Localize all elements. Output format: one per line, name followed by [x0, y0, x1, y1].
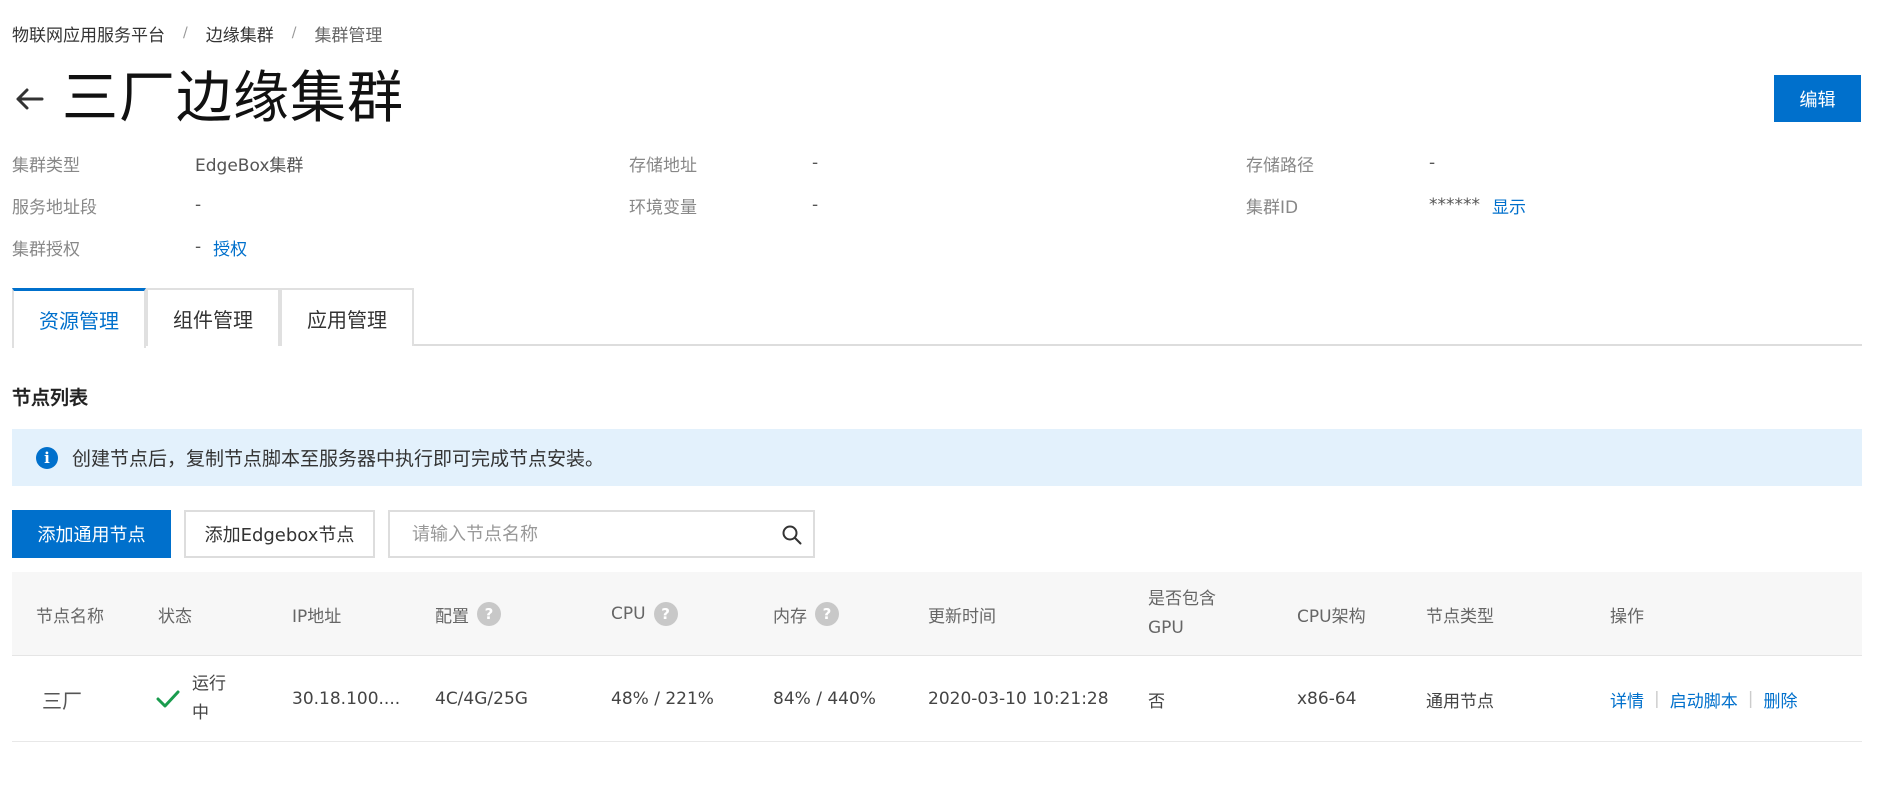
col-header-gpu-line2: GPU [1148, 618, 1184, 638]
col-header-config: 配置 ? [435, 572, 501, 656]
info-icon: i [36, 446, 58, 469]
tab-bar: 资源管理 组件管理 应用管理 [12, 288, 1862, 348]
info-env: 环境变量 - [629, 190, 818, 220]
status-text-line1: 运行 [192, 674, 226, 694]
info-auth: 集群授权 - 授权 [12, 232, 247, 262]
config-help-icon[interactable]: ? [477, 602, 501, 626]
breadcrumb-separator: / [291, 25, 297, 41]
tab-component-management[interactable]: 组件管理 [146, 288, 280, 346]
breadcrumb-item-edge-clusters[interactable]: 边缘集群 [206, 21, 274, 46]
col-header-name: 节点名称 [36, 606, 104, 627]
check-icon [156, 689, 180, 709]
add-edgebox-node-button[interactable]: 添加Edgebox节点 [184, 510, 375, 558]
breadcrumb-item-platform[interactable]: 物联网应用服务平台 [12, 21, 165, 46]
search-icon[interactable] [781, 524, 803, 546]
info-value: - [812, 195, 819, 215]
authorize-link[interactable]: 授权 [213, 235, 247, 260]
row-actions: 详情 | 启动脚本 | 删除 [1610, 656, 1797, 742]
node-config: 4C/4G/25G [435, 689, 528, 709]
info-label: 环境变量 [629, 197, 697, 218]
edit-button[interactable]: 编辑 [1774, 75, 1861, 122]
info-label: 集群类型 [12, 155, 80, 176]
col-header-status: 状态 [158, 606, 192, 627]
info-value: - [812, 153, 819, 173]
cluster-id-masked: ****** [1429, 195, 1480, 215]
col-header-memory: 内存 ? [773, 572, 839, 656]
col-header-ip: IP地址 [292, 606, 342, 627]
status-text-line2: 中 [192, 703, 209, 723]
col-header-updated: 更新时间 [928, 606, 996, 627]
status-text: 运行 中 [192, 670, 232, 728]
info-label: 存储地址 [629, 155, 697, 176]
node-gpu: 否 [1148, 691, 1165, 712]
show-cluster-id-link[interactable]: 显示 [1492, 193, 1526, 218]
info-value: EdgeBox集群 [195, 155, 304, 176]
info-label: 存储路径 [1246, 155, 1314, 176]
col-header-cpu-label: CPU [611, 604, 646, 624]
info-label: 集群ID [1246, 197, 1299, 218]
info-value: - [195, 195, 202, 215]
node-arch: x86-64 [1297, 689, 1357, 709]
node-ip: 30.18.100.... [292, 689, 401, 709]
detail-link[interactable]: 详情 [1610, 687, 1644, 712]
node-memory: 84% / 440% [773, 689, 876, 709]
table-header: 节点名称 状态 IP地址 配置 ? CPU ? 内存 ? 更新时间 是否包含 G… [12, 572, 1862, 656]
tab-application-management[interactable]: 应用管理 [280, 288, 414, 346]
breadcrumb: 物联网应用服务平台 / 边缘集群 / 集群管理 [12, 21, 383, 46]
col-header-gpu: 是否包含 GPU [1148, 572, 1216, 656]
info-service-range: 服务地址段 - [12, 190, 201, 220]
info-cluster-id: 集群ID ****** 显示 [1246, 190, 1526, 220]
node-cpu: 48% / 221% [611, 689, 714, 709]
node-type: 通用节点 [1426, 691, 1494, 712]
col-header-arch: CPU架构 [1297, 606, 1366, 627]
col-header-node-type: 节点类型 [1426, 606, 1494, 627]
node-updated: 2020-03-10 10:21:28 [928, 689, 1109, 709]
node-search-input[interactable] [390, 514, 760, 554]
node-search [388, 510, 815, 558]
col-header-config-label: 配置 [435, 606, 469, 627]
breadcrumb-item-current: 集群管理 [314, 25, 383, 46]
page-title: 三厂边缘集群 [62, 66, 404, 131]
col-header-cpu: CPU ? [611, 572, 678, 656]
toolbar: 添加通用节点 添加Edgebox节点 [12, 510, 815, 558]
node-name: 三厂 [42, 688, 82, 713]
info-notice: i 创建节点后，复制节点脚本至服务器中执行即可完成节点安装。 [12, 429, 1862, 486]
info-label: 集群授权 [12, 239, 80, 260]
col-header-ops: 操作 [1610, 606, 1644, 627]
node-status: 运行 中 [156, 656, 232, 742]
cpu-help-icon[interactable]: ? [653, 602, 678, 626]
action-divider: | [1654, 689, 1660, 709]
page-header: 三厂边缘集群 [12, 64, 404, 134]
breadcrumb-separator: / [183, 25, 188, 41]
info-value: - [195, 237, 202, 257]
back-arrow-icon[interactable] [12, 82, 46, 116]
tab-resource-management[interactable]: 资源管理 [12, 288, 146, 348]
info-cluster-type: 集群类型 EdgeBox集群 [12, 148, 303, 178]
section-title: 节点列表 [12, 387, 89, 409]
action-divider: | [1747, 689, 1754, 709]
col-header-memory-label: 内存 [773, 606, 807, 627]
delete-link[interactable]: 删除 [1763, 687, 1797, 712]
table-row: 三厂 运行 中 30.18.100.... 4C/4G/25G 48% / 22… [12, 656, 1862, 742]
memory-help-icon[interactable]: ? [815, 602, 839, 626]
col-header-gpu-line1: 是否包含 [1148, 589, 1216, 609]
launch-script-link[interactable]: 启动脚本 [1670, 687, 1738, 712]
notice-text: 创建节点后，复制节点脚本至服务器中执行即可完成节点安装。 [72, 448, 605, 470]
info-label: 服务地址段 [12, 197, 97, 218]
info-storage-address: 存储地址 - [629, 148, 818, 178]
info-value: - [1429, 153, 1436, 173]
info-storage-path: 存储路径 - [1246, 148, 1435, 178]
add-general-node-button[interactable]: 添加通用节点 [12, 510, 171, 558]
